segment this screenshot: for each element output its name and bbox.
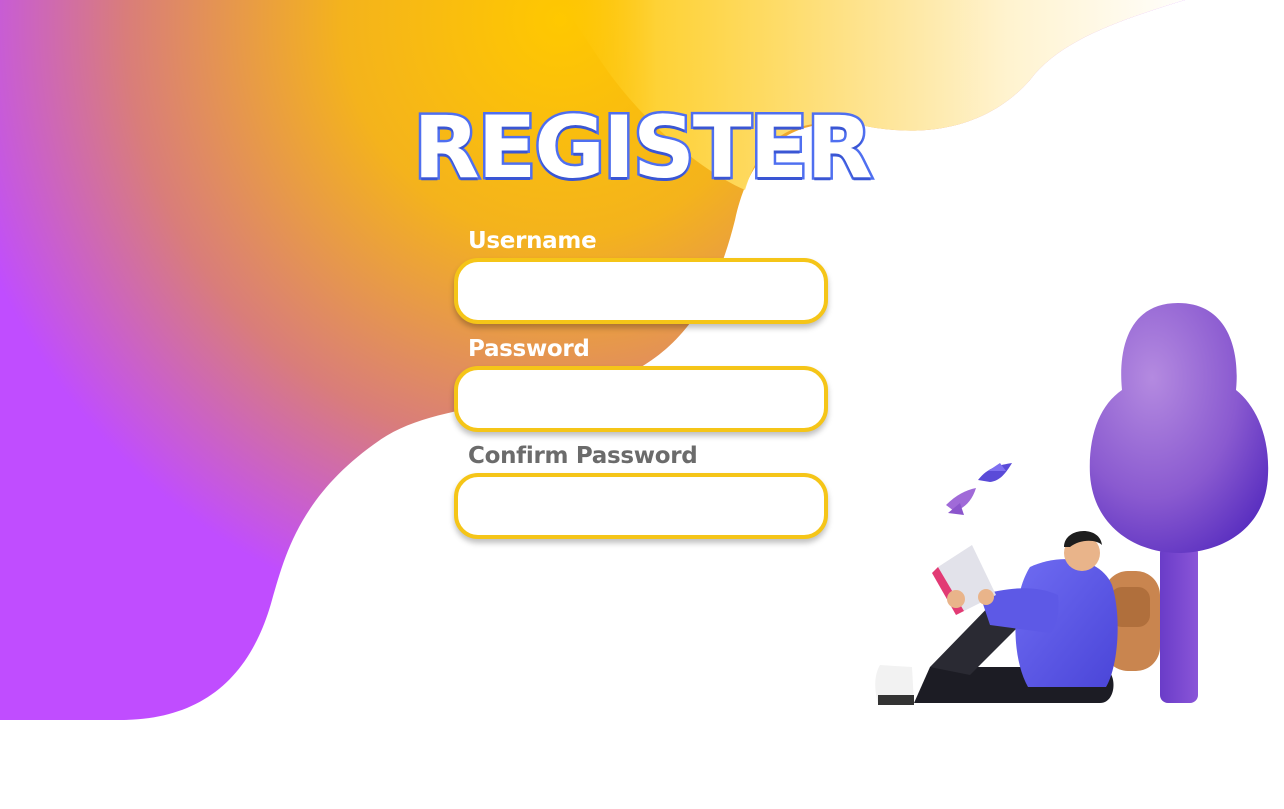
register-form: Username Password Confirm Password (454, 224, 832, 539)
password-label: Password (468, 336, 590, 362)
username-input[interactable] (454, 258, 828, 324)
student-hand (947, 590, 965, 608)
student-hand (978, 589, 994, 605)
confirm-password-input[interactable] (454, 473, 828, 539)
student-reading-illustration (875, 303, 1269, 705)
bird-icon (946, 488, 976, 515)
student-head (1064, 530, 1102, 571)
page-title: REGISTER (411, 96, 875, 201)
username-label: Username (468, 228, 597, 254)
register-page: REGISTER Username Password Confirm Passw… (0, 0, 1284, 809)
bird-icon (978, 463, 1012, 482)
password-input[interactable] (454, 366, 828, 432)
confirm-password-label: Confirm Password (468, 443, 698, 469)
